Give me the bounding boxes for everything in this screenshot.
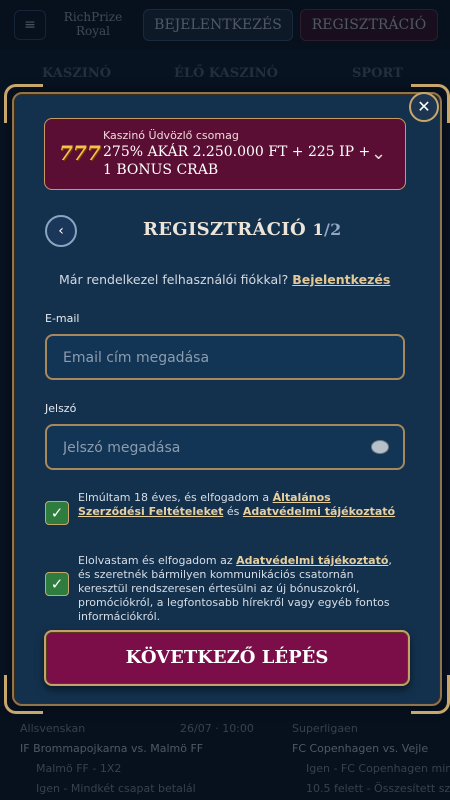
welcome-bonus-dropdown[interactable]: 777 Kaszinó Üdvözlő csomag 275% AKÁR 2.2… [44,118,406,190]
registration-title: REGISZTRÁCIÓ [143,219,306,240]
bonus-package-subtitle: Kaszinó Üdvözlő csomag [103,129,239,142]
chevron-down-icon: ⌄ [371,143,387,164]
login-prompt-text: Már rendelkezel felhasználói fiókkal? [59,272,289,287]
age-terms-consent-text: Elmúltam 18 éves, és elfogadom a Általán… [78,491,398,519]
login-link[interactable]: Bejelentkezés [292,272,390,287]
password-field[interactable] [61,426,365,470]
email-field-box[interactable] [45,334,405,380]
frame-ornament [4,675,43,714]
page-title: REGISZTRÁCIÓ 1/2 [143,219,342,240]
consent1-text: Elmúltam 18 éves, és elfogadom a [78,491,270,504]
password-label: Jelszó [45,402,77,415]
frame-ornament [411,675,450,714]
marketing-consent-checkbox[interactable]: ✓ [45,572,69,596]
show-password-eye-icon[interactable] [371,440,389,454]
email-label: E-mail [45,312,80,325]
close-icon[interactable]: ✕ [409,92,439,122]
bonus-package-title: 275% AKÁR 2.250.000 FT + 225 IP + 1 BONU… [103,144,371,178]
consent1-and: és [226,505,240,518]
step-indicator: 1/2 [313,220,342,239]
age-terms-checkbox[interactable]: ✓ [45,501,69,525]
consent2-text-before: Elolvastam és elfogadom az [78,554,233,567]
back-arrow-icon[interactable]: ‹ [45,215,77,247]
marketing-consent-text: Elolvastam és elfogadom az Adatvédelmi t… [78,554,398,624]
step-total: /2 [323,220,342,239]
frame-ornament [4,84,43,123]
777-slots-icon: 777 [59,141,101,165]
step-current: 1 [312,220,324,239]
password-field-box[interactable] [45,424,405,470]
next-step-button[interactable]: KÖVETKEZŐ LÉPÉS [44,630,410,686]
login-prompt: Már rendelkezel felhasználói fiókkal? Be… [59,272,390,287]
email-field[interactable] [61,336,365,380]
privacy-policy-link-2[interactable]: Adatvédelmi tájékoztató [236,554,388,567]
privacy-policy-link[interactable]: Adatvédelmi tájékoztató [243,505,395,518]
